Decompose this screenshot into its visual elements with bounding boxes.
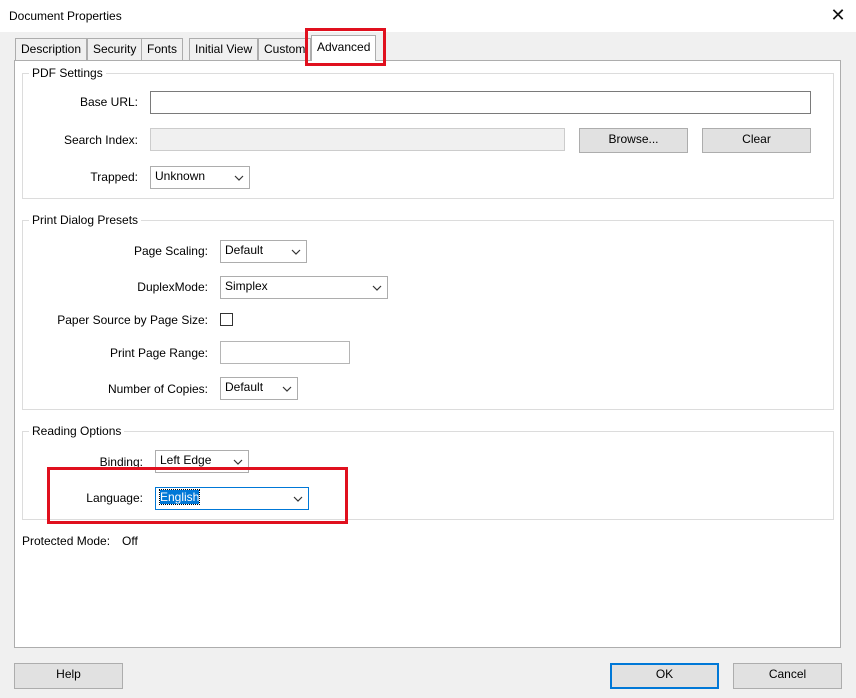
number-of-copies-select[interactable]: Default <box>220 377 298 400</box>
binding-label: Binding: <box>99 455 143 469</box>
page-scaling-select[interactable]: Default <box>220 240 307 263</box>
tab-description[interactable]: Description <box>15 38 88 60</box>
print-presets-title: Print Dialog Presets <box>29 212 142 228</box>
chevron-down-icon <box>291 488 305 509</box>
reading-options-group: Reading Options <box>22 423 834 520</box>
duplex-mode-label: DuplexMode: <box>137 280 208 294</box>
protected-mode-label: Protected Mode: <box>22 534 111 548</box>
trapped-label: Trapped: <box>90 170 138 184</box>
number-of-copies-value: Default <box>225 380 264 394</box>
tab-advanced[interactable]: Advanced <box>311 35 377 61</box>
ok-button[interactable]: OK <box>610 663 719 689</box>
clear-button[interactable]: Clear <box>702 128 811 153</box>
cancel-button[interactable]: Cancel <box>733 663 842 689</box>
base-url-label: Base URL: <box>79 95 138 109</box>
paper-source-checkbox[interactable] <box>220 313 233 326</box>
duplex-mode-select[interactable]: Simplex <box>220 276 388 299</box>
trapped-value: Unknown <box>155 169 206 183</box>
chevron-down-icon <box>232 167 246 188</box>
reading-options-title: Reading Options <box>29 423 125 439</box>
browse-button[interactable]: Browse... <box>579 128 688 153</box>
tab-initial-view[interactable]: Initial View <box>189 38 259 60</box>
language-value: English <box>158 489 201 505</box>
title-bar: Document Properties ✕ <box>0 0 856 32</box>
trapped-select[interactable]: Unknown <box>150 166 250 189</box>
tab-fonts[interactable]: Fonts <box>141 38 184 60</box>
window-title: Document Properties <box>9 9 122 23</box>
protected-mode-value: Off <box>122 534 138 548</box>
tab-security[interactable]: Security <box>87 38 143 60</box>
language-select[interactable]: English <box>155 487 309 510</box>
search-index-field <box>150 128 565 151</box>
binding-value: Left Edge <box>160 453 212 467</box>
duplex-mode-value: Simplex <box>225 279 268 293</box>
tab-custom[interactable]: Custom <box>258 38 312 60</box>
print-page-range-input[interactable] <box>220 341 350 364</box>
pdf-settings-title: PDF Settings <box>29 65 106 81</box>
paper-source-label: Paper Source by Page Size: <box>57 313 208 327</box>
binding-select[interactable]: Left Edge <box>155 450 249 473</box>
chevron-down-icon <box>289 241 303 262</box>
language-label: Language: <box>86 491 143 505</box>
number-of-copies-label: Number of Copies: <box>107 382 208 396</box>
chevron-down-icon <box>370 277 384 298</box>
help-button[interactable]: Help <box>14 663 123 689</box>
page-scaling-label: Page Scaling: <box>133 244 208 258</box>
chevron-down-icon <box>231 451 245 472</box>
page-scaling-value: Default <box>225 243 264 257</box>
print-page-range-label: Print Page Range: <box>109 346 208 360</box>
chevron-down-icon <box>280 378 294 399</box>
search-index-label: Search Index: <box>63 133 138 147</box>
base-url-input[interactable] <box>150 91 811 114</box>
close-icon[interactable]: ✕ <box>828 5 848 25</box>
